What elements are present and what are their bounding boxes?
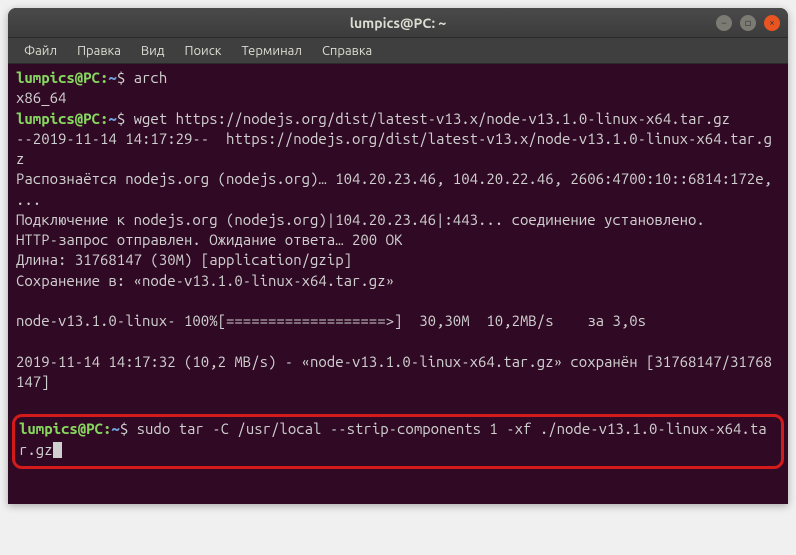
blank-line	[16, 331, 780, 351]
prompt-user: lumpics@PC:	[19, 420, 111, 437]
prompt-line-3: lumpics@PC:~$ sudo tar -C /usr/local --s…	[19, 419, 777, 460]
highlighted-command-box: lumpics@PC:~$ sudo tar -C /usr/local --s…	[12, 414, 784, 469]
close-button[interactable]: ×	[764, 15, 780, 31]
menu-edit[interactable]: Правка	[69, 42, 129, 60]
wget-output-resolving: --2019-11-14 14:17:29-- https://nodejs.o…	[16, 129, 780, 170]
command-arch: arch	[134, 69, 168, 86]
cursor-icon	[53, 442, 62, 458]
prompt-symbol: $	[117, 110, 125, 127]
output-arch: x86_64	[16, 88, 780, 108]
prompt-symbol: $	[120, 420, 128, 437]
menu-help[interactable]: Справка	[314, 42, 380, 60]
command-wget: wget https://nodejs.org/dist/latest-v13.…	[134, 110, 730, 127]
wget-output-dns: Распознаётся nodejs.org (nodejs.org)… 10…	[16, 169, 780, 210]
wget-output-length: Длина: 31768147 (30M) [application/gzip]	[16, 250, 780, 270]
prompt-symbol: $	[117, 69, 125, 86]
titlebar: lumpics@PC: ~ − ◻ ×	[8, 8, 788, 38]
wget-output-http: HTTP-запрос отправлен. Ожидание ответа… …	[16, 230, 780, 250]
window-controls: − ◻ ×	[716, 15, 780, 31]
blank-line	[16, 392, 780, 412]
blank-line	[16, 291, 780, 311]
wget-output-connecting: Подключение к nodejs.org (nodejs.org)|10…	[16, 210, 780, 230]
prompt-user: lumpics@PC:	[16, 69, 108, 86]
prompt-line-2: lumpics@PC:~$ wget https://nodejs.org/di…	[16, 109, 780, 129]
menubar: Файл Правка Вид Поиск Терминал Справка	[8, 38, 788, 64]
command-sudo-tar: sudo tar -C /usr/local --strip-component…	[19, 420, 767, 457]
wget-output-saving: Сохранение в: «node-v13.1.0-linux-x64.ta…	[16, 271, 780, 291]
maximize-button[interactable]: ◻	[740, 15, 756, 31]
menu-terminal[interactable]: Терминал	[233, 42, 309, 60]
terminal-body[interactable]: lumpics@PC:~$ arch x86_64 lumpics@PC:~$ …	[8, 64, 788, 504]
menu-view[interactable]: Вид	[133, 42, 173, 60]
wget-output-saved: 2019-11-14 14:17:32 (10,2 MB/s) - «node-…	[16, 352, 780, 393]
prompt-path: ~	[108, 69, 116, 86]
menu-file[interactable]: Файл	[16, 42, 65, 60]
minimize-button[interactable]: −	[716, 15, 732, 31]
prompt-path: ~	[108, 110, 116, 127]
prompt-path: ~	[111, 420, 119, 437]
window-title: lumpics@PC: ~	[350, 15, 447, 31]
terminal-window: lumpics@PC: ~ − ◻ × Файл Правка Вид Поис…	[8, 8, 788, 504]
menu-search[interactable]: Поиск	[176, 42, 229, 60]
prompt-user: lumpics@PC:	[16, 110, 108, 127]
prompt-line-1: lumpics@PC:~$ arch	[16, 68, 780, 88]
wget-output-progress: node-v13.1.0-linux- 100%[===============…	[16, 311, 780, 331]
